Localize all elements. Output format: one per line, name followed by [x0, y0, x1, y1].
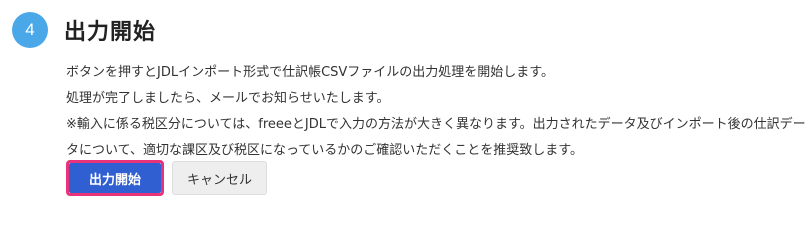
cancel-button[interactable]: キャンセル — [172, 161, 268, 195]
start-export-button[interactable]: 出力開始 — [69, 163, 161, 193]
start-button-highlight: 出力開始 — [66, 160, 164, 196]
action-bar: 出力開始 キャンセル — [66, 160, 268, 196]
step-header: 4 出力開始 — [12, 10, 156, 50]
import-tax-note: ※輸入に係る税区分については、freeeとJDLで入力の方法が大きく異なります。… — [66, 117, 806, 158]
step-description: ボタンを押すとJDLインポート形式で仕訳帳CSVファイルの出力処理を開始します。… — [66, 60, 806, 164]
description-line-1: ボタンを押すとJDLインポート形式で仕訳帳CSVファイルの出力処理を開始します。 — [66, 65, 555, 80]
description-line-2: 処理が完了しましたら、メールでお知らせいたします。 — [66, 91, 390, 106]
step-number-badge: 4 — [12, 12, 48, 48]
step-title: 出力開始 — [64, 20, 157, 45]
